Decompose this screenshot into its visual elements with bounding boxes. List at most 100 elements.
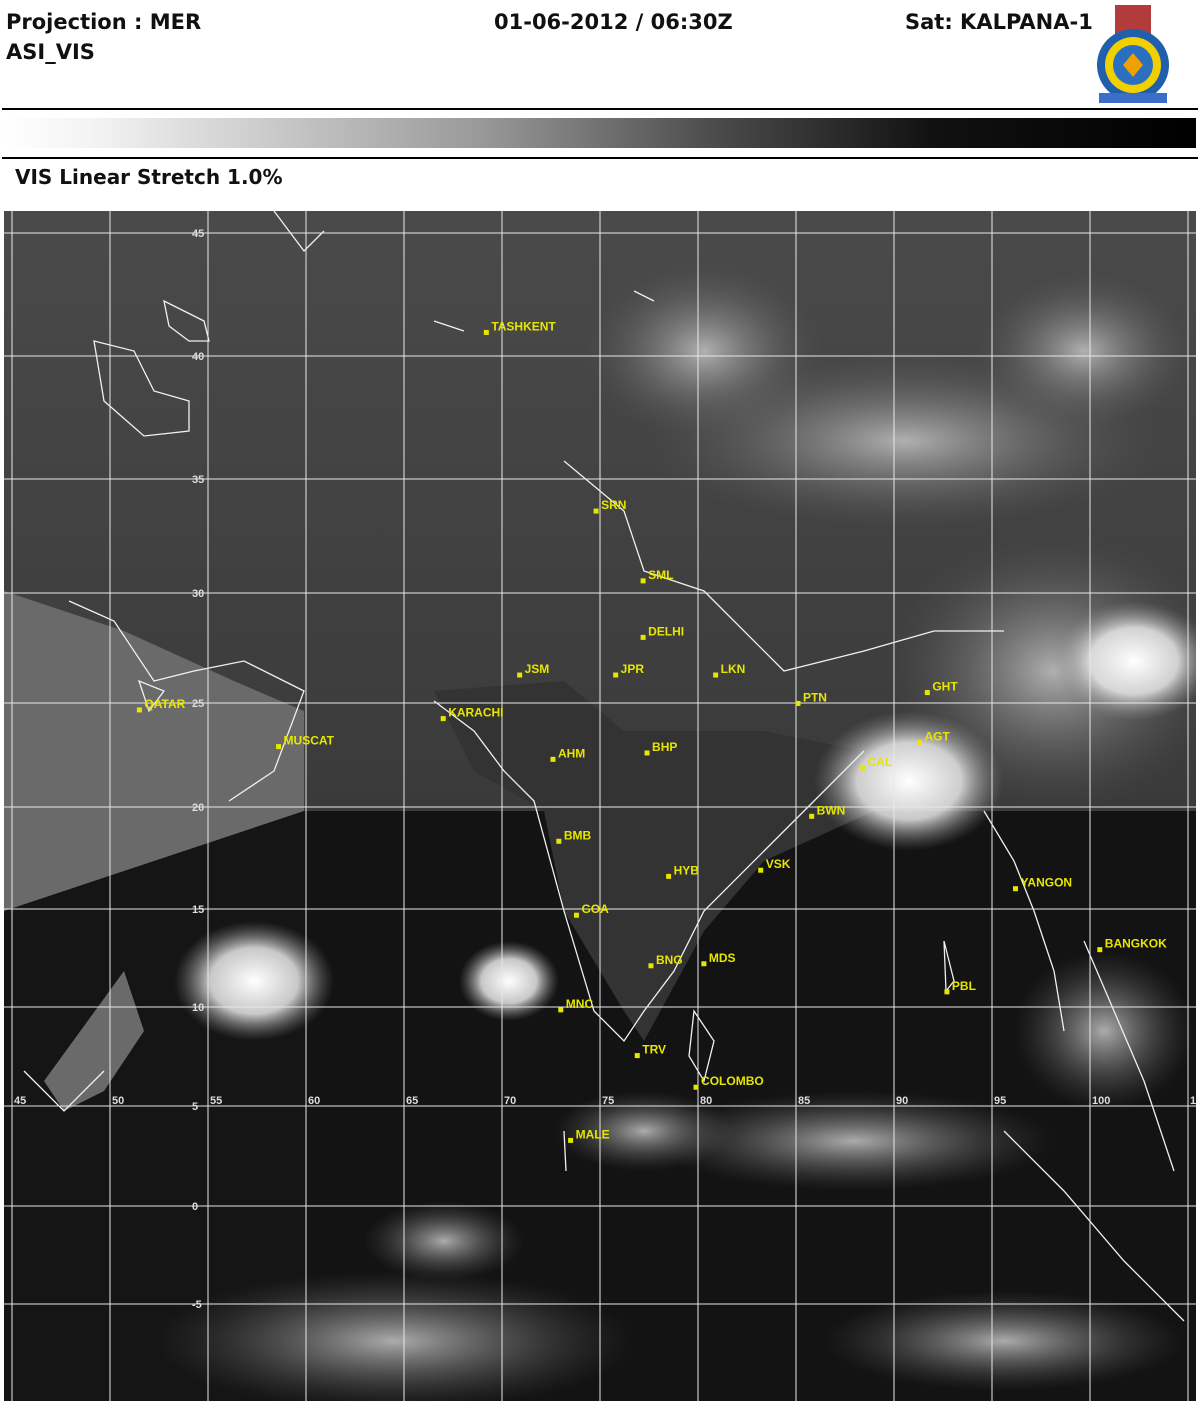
longitude-label: 45 bbox=[14, 1095, 26, 1107]
city-marker bbox=[693, 1084, 699, 1090]
city-marker bbox=[573, 912, 579, 918]
latitude-label: 30 bbox=[192, 588, 204, 600]
city-label: AGT bbox=[924, 729, 950, 743]
city-label: AHM bbox=[558, 746, 585, 760]
longitude-label: 80 bbox=[700, 1095, 712, 1107]
longitude-label: 75 bbox=[602, 1095, 614, 1107]
city-label: MNC bbox=[566, 997, 594, 1011]
city-label: PTN bbox=[803, 690, 827, 704]
city-label: SRN bbox=[601, 498, 626, 512]
satellite-map-canvas: 455055606570758085909510010 454035302520… bbox=[4, 211, 1196, 1401]
city-marker bbox=[648, 963, 654, 969]
latitude-label: -5 bbox=[192, 1299, 202, 1311]
latitude-label: 35 bbox=[192, 474, 204, 486]
latitude-label: 5 bbox=[192, 1101, 198, 1113]
city-marker bbox=[944, 989, 950, 995]
city-marker bbox=[713, 672, 719, 678]
longitude-label: 55 bbox=[210, 1095, 222, 1107]
latitude-label: 25 bbox=[192, 698, 204, 710]
city-marker bbox=[640, 634, 646, 640]
city-marker bbox=[276, 744, 282, 750]
latitude-label: 40 bbox=[192, 351, 204, 363]
arabian-sea-cloud-west bbox=[174, 921, 334, 1041]
city-label: PBL bbox=[952, 979, 976, 993]
city-marker bbox=[1097, 947, 1103, 953]
longitude-label: 10 bbox=[1190, 1095, 1196, 1107]
city-label: GHT bbox=[932, 680, 958, 694]
city-marker bbox=[666, 873, 672, 879]
city-label: TASHKENT bbox=[491, 319, 556, 333]
city-marker bbox=[634, 1053, 640, 1059]
city-label: BNG bbox=[656, 953, 683, 967]
se-cloud bbox=[824, 1291, 1184, 1391]
city-label: KARACHI bbox=[448, 706, 503, 720]
city-marker bbox=[640, 578, 646, 584]
product-label: ASI_VIS bbox=[6, 40, 95, 64]
city-marker bbox=[916, 739, 922, 745]
longitude-label: 95 bbox=[994, 1095, 1006, 1107]
city-label: MDS bbox=[709, 951, 736, 965]
city-marker bbox=[860, 765, 866, 771]
city-marker bbox=[558, 1007, 564, 1013]
stretch-label: VIS Linear Stretch 1.0% bbox=[15, 165, 283, 189]
city-label: BMB bbox=[564, 828, 592, 842]
city-label: YANGON bbox=[1021, 876, 1073, 890]
city-marker bbox=[593, 508, 599, 514]
latitude-label: 45 bbox=[192, 228, 204, 240]
city-label: SML bbox=[648, 568, 673, 582]
satellite-map: 455055606570758085909510010 454035302520… bbox=[4, 211, 1196, 1401]
city-marker bbox=[644, 750, 650, 756]
projection-label: Projection : MER bbox=[6, 10, 202, 34]
city-marker bbox=[1013, 886, 1019, 892]
longitude-label: 90 bbox=[896, 1095, 908, 1107]
city-marker bbox=[924, 690, 930, 696]
city-label: GOA bbox=[581, 902, 609, 916]
latitude-label: 0 bbox=[192, 1201, 198, 1213]
latitude-label: 20 bbox=[192, 802, 204, 814]
city-label: TRV bbox=[642, 1043, 666, 1057]
image-header: Projection : MER ASI_VIS 01-06-2012 / 06… bbox=[2, 0, 1198, 110]
city-label: BHP bbox=[652, 740, 677, 754]
ne-cloud bbox=[974, 271, 1194, 431]
city-marker bbox=[517, 672, 523, 678]
datetime-label: 01-06-2012 / 06:30Z bbox=[494, 10, 733, 34]
city-marker bbox=[440, 716, 446, 722]
city-label: JPR bbox=[621, 662, 645, 676]
city-label: HYB bbox=[674, 863, 700, 877]
latitude-label: 10 bbox=[192, 1002, 204, 1014]
city-label: BWN bbox=[817, 803, 846, 817]
city-marker bbox=[136, 707, 142, 713]
equatorial-cloud-1 bbox=[364, 1201, 524, 1281]
city-marker bbox=[568, 1137, 574, 1143]
city-marker bbox=[809, 813, 815, 819]
satellite-label: Sat: KALPANA-1 bbox=[905, 10, 1093, 34]
sumatra-cloud bbox=[1014, 951, 1194, 1111]
grayscale-colorbar bbox=[4, 118, 1196, 148]
city-label: MUSCAT bbox=[284, 734, 335, 748]
city-label: LKN bbox=[721, 662, 746, 676]
city-label: MALE bbox=[576, 1127, 610, 1141]
divider bbox=[2, 157, 1198, 159]
imd-emblem-logo bbox=[1093, 3, 1173, 105]
city-marker bbox=[701, 961, 707, 967]
city-marker bbox=[483, 329, 489, 335]
arabian-sea-cloud-east bbox=[459, 941, 559, 1021]
city-marker bbox=[758, 867, 764, 873]
city-label: BANGKOK bbox=[1105, 937, 1167, 951]
longitude-label: 85 bbox=[798, 1095, 810, 1107]
city-marker bbox=[556, 838, 562, 844]
longitude-label: 100 bbox=[1092, 1095, 1110, 1107]
city-label: DELHI bbox=[648, 624, 684, 638]
city-label: QATAR bbox=[144, 697, 185, 711]
city-marker bbox=[613, 672, 619, 678]
city-label: VSK bbox=[766, 857, 791, 871]
longitude-label: 60 bbox=[308, 1095, 320, 1107]
bay-of-bengal-storm bbox=[814, 711, 1004, 851]
longitude-label: 70 bbox=[504, 1095, 516, 1107]
city-label: COLOMBO bbox=[701, 1074, 764, 1088]
city-marker bbox=[550, 756, 556, 762]
city-label: CAL bbox=[868, 755, 893, 769]
city-marker bbox=[795, 700, 801, 706]
longitude-label: 50 bbox=[112, 1095, 124, 1107]
longitude-label: 65 bbox=[406, 1095, 418, 1107]
